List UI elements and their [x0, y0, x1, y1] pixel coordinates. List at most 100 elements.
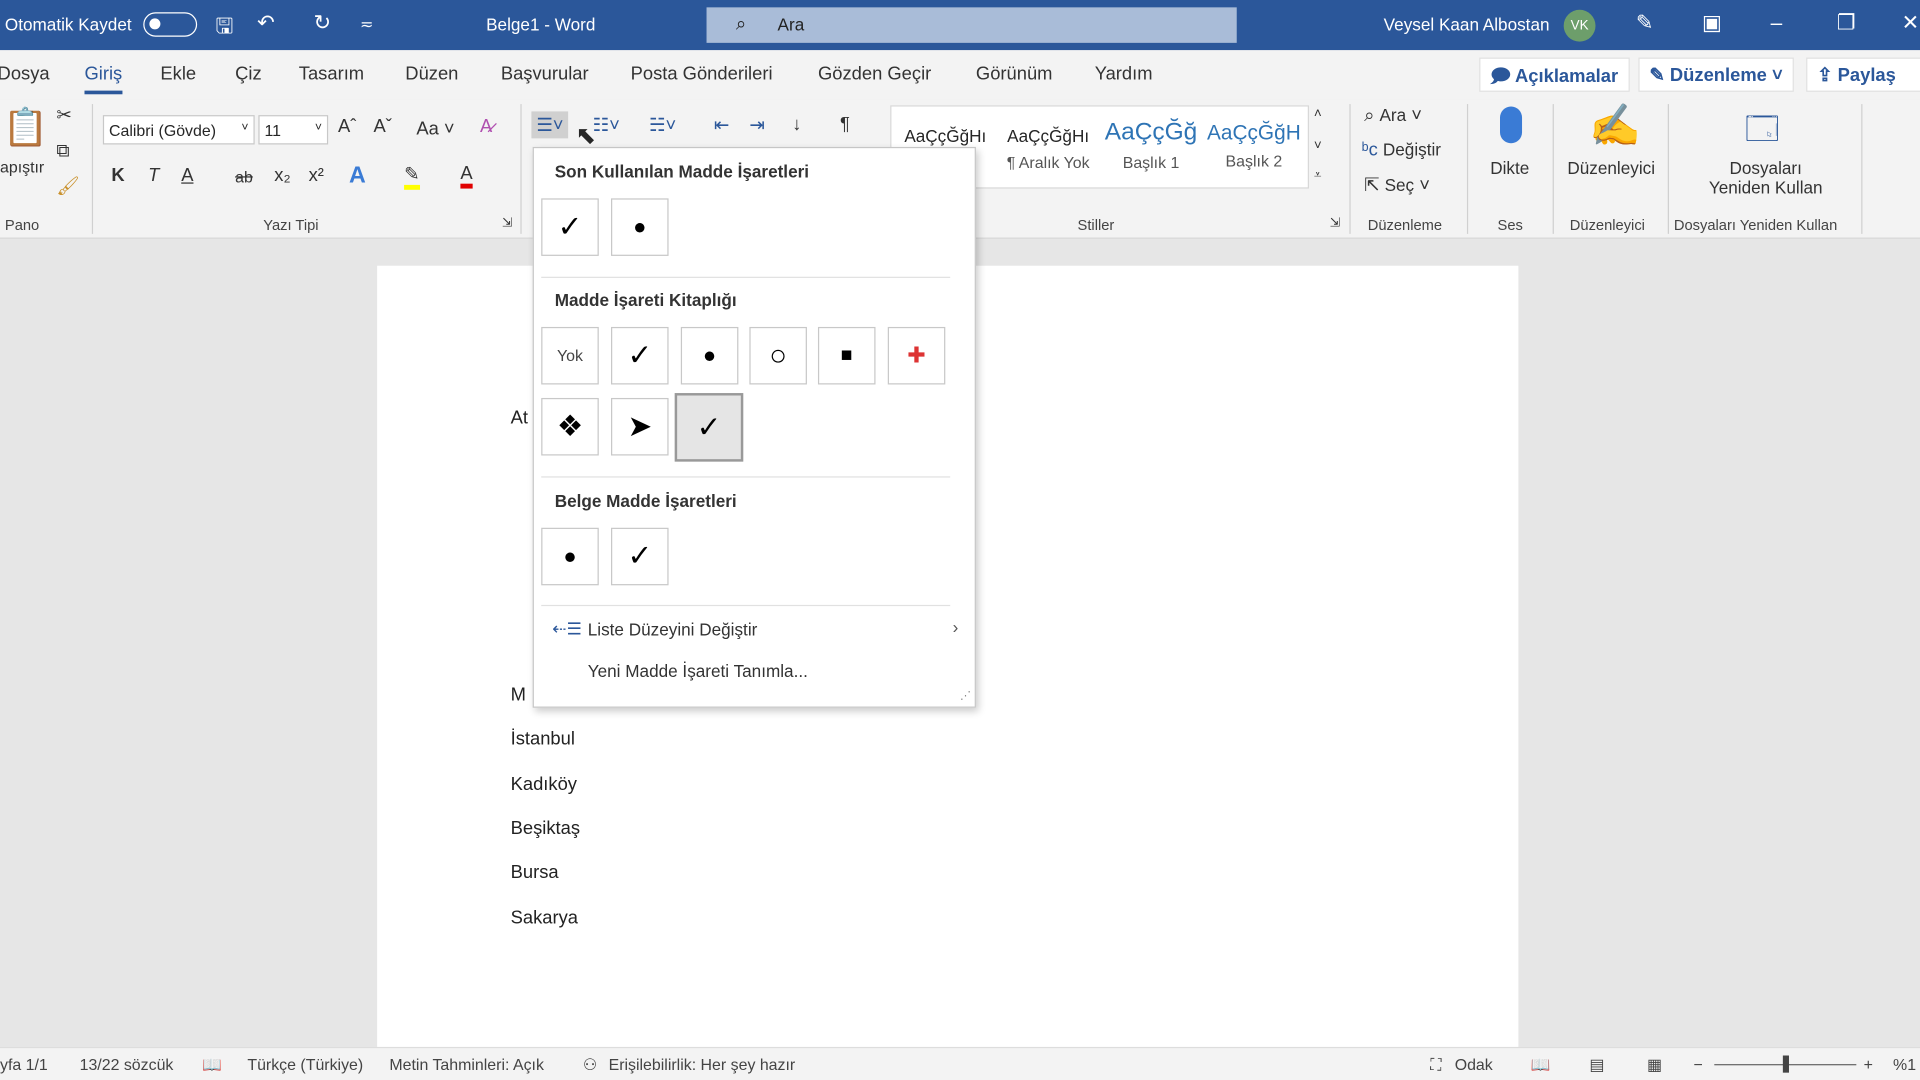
strikethrough-icon[interactable]: ab: [235, 168, 253, 186]
bullet-option-none[interactable]: Yok: [541, 326, 599, 385]
search-box[interactable]: ⌕ Ara: [706, 7, 1237, 43]
font-color-icon[interactable]: A: [460, 163, 473, 189]
style-heading-1[interactable]: AaÇçĞğ Başlık 1: [1100, 119, 1203, 178]
bullet-option-check[interactable]: ✓: [541, 198, 599, 256]
tab-yardim[interactable]: Yardım: [1095, 64, 1153, 85]
redo-icon[interactable]: ↻: [313, 11, 330, 35]
accessibility-status[interactable]: Erişilebilirlik: Her şey hazır: [609, 1056, 796, 1074]
bullet-option-check-selected[interactable]: ✓: [674, 393, 744, 462]
pen-icon[interactable]: ✎: [1636, 11, 1653, 35]
bullet-option-arrow[interactable]: ➤: [611, 397, 669, 456]
close-icon[interactable]: ✕: [1902, 11, 1919, 35]
document-line[interactable]: M: [511, 684, 526, 705]
zoom-slider-thumb[interactable]: [1782, 1055, 1789, 1073]
save-icon[interactable]: 🖫: [216, 11, 234, 47]
ribbon-display-icon[interactable]: ▣: [1702, 11, 1722, 35]
find-button[interactable]: ⌕ Ara ˅: [1364, 105, 1422, 126]
bullets-button[interactable]: ☰˅: [531, 111, 569, 139]
bullet-option-star[interactable]: ✚: [887, 326, 946, 385]
bullet-option-circle[interactable]: ○: [749, 326, 807, 385]
bullet-option-dot[interactable]: ●: [680, 326, 739, 385]
web-layout-icon[interactable]: ▦: [1647, 1056, 1662, 1076]
autosave-toggle[interactable]: [143, 12, 198, 37]
document-line[interactable]: İstanbul: [511, 729, 575, 750]
undo-icon[interactable]: ↶: [257, 11, 274, 35]
styles-dialog-launcher-icon[interactable]: ⇲: [1330, 217, 1340, 230]
reuse-files-icon[interactable]: 🗔: [1745, 107, 1780, 161]
editor-button[interactable]: Düzenleyici: [1567, 158, 1655, 178]
comments-button[interactable]: 🗩 Açıklamalar: [1479, 57, 1630, 92]
minimize-icon[interactable]: –: [1771, 11, 1783, 35]
tab-gozden-gecir[interactable]: Gözden Geçir: [818, 64, 931, 85]
document-line[interactable]: Beşiktaş: [511, 818, 580, 839]
format-painter-icon[interactable]: 🖌: [56, 175, 79, 197]
increase-indent-icon[interactable]: ⇥: [749, 114, 764, 136]
share-button[interactable]: ⇪ Paylaş: [1806, 57, 1920, 92]
font-size-select[interactable]: 11 ˅: [258, 115, 329, 145]
resize-grip-icon[interactable]: ⋰: [960, 689, 971, 702]
proofing-icon[interactable]: 📖: [202, 1056, 222, 1076]
superscript-icon[interactable]: x²: [309, 165, 324, 186]
text-predictions[interactable]: Metin Tahminleri: Açık: [389, 1056, 544, 1074]
style-heading-2[interactable]: AaÇçĞğH Başlık 2: [1202, 121, 1305, 177]
sort-icon[interactable]: ↓: [792, 114, 801, 135]
tab-tasarim[interactable]: Tasarım: [299, 64, 364, 85]
decrease-indent-icon[interactable]: ⇤: [714, 114, 729, 136]
language[interactable]: Türkçe (Türkiye): [247, 1056, 363, 1074]
paste-icon[interactable]: 📋: [2, 107, 48, 150]
print-layout-icon[interactable]: ▤: [1589, 1056, 1604, 1076]
bullet-option-dot[interactable]: ●: [541, 527, 599, 586]
style-no-spacing[interactable]: AaÇçĞğHı ¶ Aralık Yok: [997, 126, 1100, 180]
bullet-option-square[interactable]: ■: [817, 326, 876, 385]
editing-mode-button[interactable]: ✎ Düzenleme ˅: [1638, 57, 1794, 92]
styles-more-icon[interactable]: ⩡: [1314, 168, 1322, 184]
microphone-icon[interactable]: [1500, 106, 1523, 144]
zoom-in-icon[interactable]: +: [1864, 1056, 1873, 1074]
bold-button[interactable]: K: [111, 165, 124, 186]
document-line[interactable]: Kadıköy: [511, 774, 577, 795]
font-name-select[interactable]: Calibri (Gövde) ˅: [102, 115, 255, 145]
paste-label[interactable]: apıştır: [0, 158, 44, 176]
clear-formatting-icon[interactable]: A̷: [480, 116, 492, 137]
replace-button[interactable]: ᵇc Değiştir: [1362, 140, 1441, 161]
tab-giris[interactable]: Giriş: [84, 64, 122, 95]
tab-duzen[interactable]: Düzen: [405, 64, 458, 85]
focus-button[interactable]: Odak: [1455, 1056, 1493, 1074]
multilevel-list-button[interactable]: ☵˅: [649, 114, 676, 136]
reuse-files-button[interactable]: Dosyaları Yeniden Kullan: [1702, 158, 1829, 197]
zoom-out-icon[interactable]: −: [1693, 1056, 1702, 1074]
subscript-icon[interactable]: x₂: [274, 165, 290, 186]
dictate-button[interactable]: Dikte: [1490, 158, 1529, 178]
styles-scroll-down-icon[interactable]: ˅: [1314, 138, 1322, 153]
tab-ekle[interactable]: Ekle: [160, 64, 196, 85]
styles-scroll-up-icon[interactable]: ˄: [1314, 107, 1322, 122]
zoom-level[interactable]: %1: [1893, 1056, 1916, 1074]
style-normal[interactable]: AaÇçĞğHı: [894, 126, 997, 146]
italic-button[interactable]: T: [148, 165, 159, 186]
tab-dosya[interactable]: Dosya: [0, 64, 50, 85]
document-line[interactable]: Sakarya: [511, 907, 578, 928]
page-count[interactable]: yfa 1/1: [0, 1056, 48, 1074]
bullet-option-dot[interactable]: ●: [611, 198, 669, 256]
bullet-option-check[interactable]: ✓: [611, 326, 669, 385]
tab-basvurular[interactable]: Başvurular: [501, 64, 589, 85]
bullet-option-diamonds[interactable]: ❖: [541, 397, 599, 456]
bullet-option-check[interactable]: ✓: [611, 527, 669, 586]
text-effects-icon[interactable]: A: [349, 163, 366, 190]
tab-gorunum[interactable]: Görünüm: [976, 64, 1053, 85]
tab-ciz[interactable]: Çiz: [235, 64, 262, 85]
avatar[interactable]: VK: [1563, 9, 1596, 42]
numbering-button[interactable]: ☷˅: [593, 114, 620, 136]
change-case-button[interactable]: Aa ˅: [416, 119, 454, 140]
shrink-font-icon[interactable]: Aˇ: [373, 116, 391, 137]
document-line[interactable]: Bursa: [511, 862, 559, 883]
restore-icon[interactable]: ❐: [1837, 11, 1856, 35]
customize-toolbar-icon[interactable]: ≂: [360, 15, 373, 35]
grow-font-icon[interactable]: Aˆ: [338, 116, 356, 137]
editor-icon[interactable]: ✍: [1589, 102, 1641, 151]
document-line[interactable]: At: [511, 408, 528, 429]
select-button[interactable]: ⇱ Seç ˅: [1364, 174, 1430, 196]
show-formatting-icon[interactable]: ¶: [840, 114, 850, 135]
read-mode-icon[interactable]: 📖: [1531, 1056, 1551, 1076]
highlight-icon[interactable]: ✎: [404, 163, 420, 190]
